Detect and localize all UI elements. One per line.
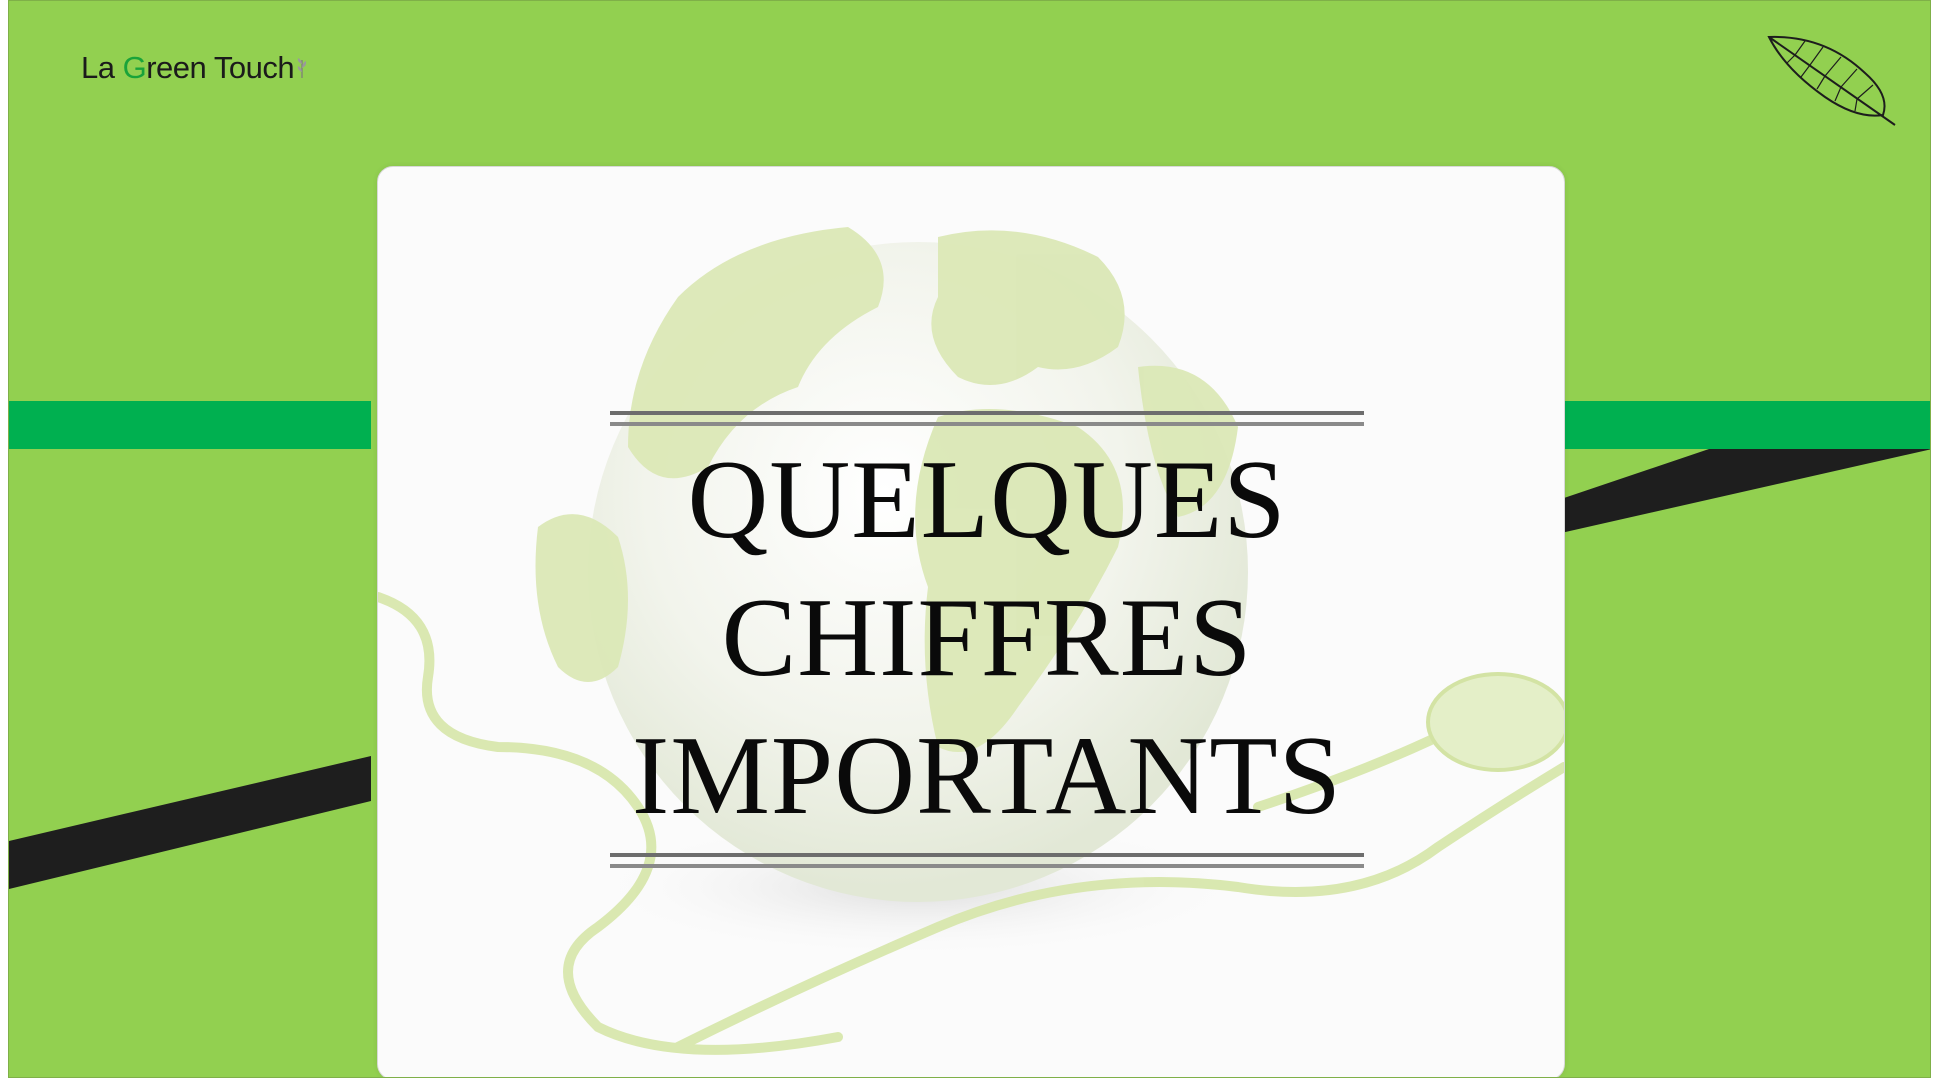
brand-name-rest: reen Touch xyxy=(146,50,295,85)
sprout-icon xyxy=(296,50,308,86)
title-card: QUELQUES CHIFFRES IMPORTANTS xyxy=(377,166,1565,1077)
brand-name-prefix: La xyxy=(81,50,123,85)
title-line-1: QUELQUES xyxy=(687,438,1287,562)
bottom-double-rule xyxy=(610,853,1364,869)
black-diagonal-band-right xyxy=(1561,449,1930,533)
slide-title: QUELQUES CHIFFRES IMPORTANTS xyxy=(610,427,1364,853)
leaf-icon xyxy=(1767,35,1896,126)
mouse-icon xyxy=(1426,672,1564,772)
title-line-2: CHIFFRES xyxy=(721,576,1253,700)
green-band-left xyxy=(9,401,371,449)
black-diagonal-band-left xyxy=(9,756,371,889)
green-band-right xyxy=(1561,401,1930,449)
slide-canvas: La Green Touch QUELQUES CHIFFRES IMPORTA… xyxy=(8,0,1931,1078)
top-double-rule xyxy=(610,411,1364,427)
title-line-3: IMPORTANTS xyxy=(632,714,1342,838)
brand-logo: La Green Touch xyxy=(81,50,308,86)
title-block: QUELQUES CHIFFRES IMPORTANTS xyxy=(610,411,1364,869)
brand-name-g: G xyxy=(122,50,147,85)
